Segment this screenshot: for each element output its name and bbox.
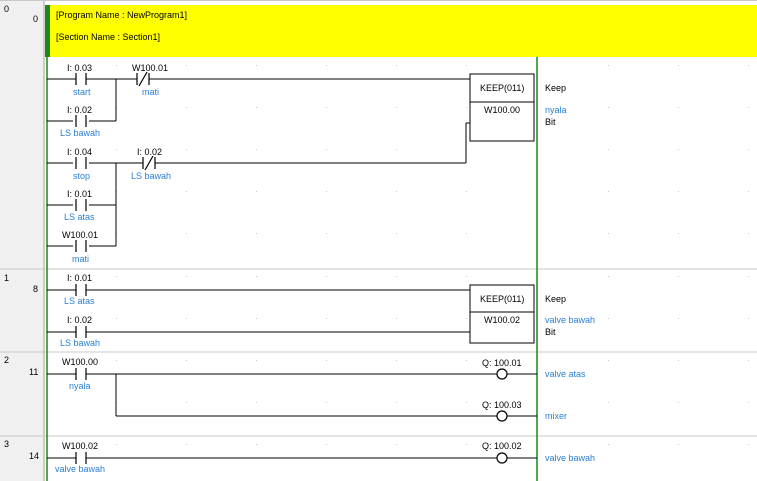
keep-operand-comment-r1: valve bawah — [545, 315, 595, 325]
svg-text:11: 11 — [29, 367, 38, 377]
svg-text:3: 3 — [4, 439, 9, 449]
contact-start-comment: start — [73, 87, 91, 97]
contact-ls-bawah-r1[interactable] — [73, 326, 89, 338]
keep-operand-type-r1: Bit — [545, 327, 556, 337]
keep-block-operand-r1: W100.02 — [484, 315, 520, 325]
grid-dots — [116, 65, 749, 445]
svg-text:0: 0 — [33, 14, 38, 24]
keep-block-label-r1: Keep — [545, 294, 566, 304]
coil-valve-atas-address: Q: 100.01 — [482, 358, 522, 368]
contact-ls-atas-r1-address: I: 0.01 — [67, 273, 92, 283]
coil-mixer-comment: mixer — [545, 411, 567, 421]
keep-operand-type: Bit — [545, 117, 556, 127]
contact-ls-bawah-comment: LS bawah — [60, 128, 100, 138]
coil-valve-atas[interactable] — [496, 368, 508, 380]
keep-block-operand: W100.00 — [484, 105, 520, 115]
contact-ls-bawah-nc-address: I: 0.02 — [137, 147, 162, 157]
contact-ls-atas[interactable] — [75, 199, 87, 211]
contact-mati-address: W100.01 — [132, 63, 168, 73]
contact-start-address: I: 0.03 — [67, 63, 92, 73]
svg-text:1: 1 — [4, 273, 9, 283]
rung-2[interactable] — [47, 373, 537, 417]
contact-mati-no-address: W100.01 — [62, 230, 98, 240]
contact-ls-bawah-r1-address: I: 0.02 — [67, 315, 92, 325]
coil-valve-atas-comment: valve atas — [545, 369, 586, 379]
coil-valve-bawah[interactable] — [496, 452, 508, 464]
svg-text:0: 0 — [4, 4, 9, 14]
keep-operand-comment: nyala — [545, 105, 567, 115]
keep-block-w100-02[interactable]: KEEP(011) W100.02 — [469, 284, 535, 344]
keep-block-name: KEEP(011) — [480, 83, 524, 93]
contact-ls-bawah-nc-comment: LS bawah — [131, 171, 171, 181]
coil-valve-bawah-comment: valve bawah — [545, 453, 595, 463]
contact-start[interactable] — [73, 73, 89, 85]
contact-valve-bawah[interactable] — [73, 452, 89, 464]
contact-stop-comment: stop — [73, 171, 90, 181]
keep-block-name-r1: KEEP(011) — [480, 294, 524, 304]
coil-mixer[interactable] — [496, 410, 508, 422]
program-name: [Program Name : NewProgram1] — [56, 10, 187, 20]
coil-valve-bawah-address: Q: 100.02 — [482, 441, 522, 451]
contact-ls-bawah-address: I: 0.02 — [67, 105, 92, 115]
svg-text:8: 8 — [33, 284, 38, 294]
contact-mati-no[interactable] — [75, 240, 87, 252]
contact-ls-atas-address: I: 0.01 — [67, 189, 92, 199]
program-header[interactable]: [Program Name : NewProgram1] [Section Na… — [45, 5, 757, 57]
contact-ls-atas-r1-comment: LS atas — [64, 296, 95, 306]
section-name: [Section Name : Section1] — [56, 32, 160, 42]
contact-stop-address: I: 0.04 — [67, 147, 92, 157]
contact-ls-bawah-nc[interactable] — [138, 155, 160, 171]
contact-ls-bawah[interactable] — [75, 115, 87, 127]
keep-block-label: Keep — [545, 83, 566, 93]
contact-mati-no-comment: mati — [72, 254, 89, 264]
contact-ls-atas-r1[interactable] — [73, 284, 89, 296]
contact-valve-bawah-address: W100.02 — [62, 441, 98, 451]
contact-nyala-comment: nyala — [69, 381, 91, 391]
contact-mati-comment: mati — [142, 87, 159, 97]
contact-ls-atas-comment: LS atas — [64, 212, 95, 222]
contact-nyala-address: W100.00 — [62, 357, 98, 367]
contact-ls-bawah-r1-comment: LS bawah — [60, 338, 100, 348]
svg-text:14: 14 — [29, 451, 39, 461]
ladder-diagram[interactable]: 0 0 1 8 2 11 3 14 [Program Name : NewPro… — [0, 0, 757, 481]
coil-mixer-address: Q: 100.03 — [482, 400, 522, 410]
contact-stop[interactable] — [75, 157, 87, 169]
rung-0[interactable] — [47, 78, 470, 247]
contact-valve-bawah-comment: valve bawah — [55, 464, 105, 474]
rung-1[interactable] — [47, 289, 470, 333]
contact-mati-nc[interactable] — [132, 71, 154, 87]
rung-index-column — [0, 0, 757, 481]
contact-nyala[interactable] — [73, 368, 89, 380]
keep-block-w100-00[interactable]: KEEP(011) W100.00 — [469, 73, 535, 142]
svg-text:2: 2 — [4, 355, 9, 365]
